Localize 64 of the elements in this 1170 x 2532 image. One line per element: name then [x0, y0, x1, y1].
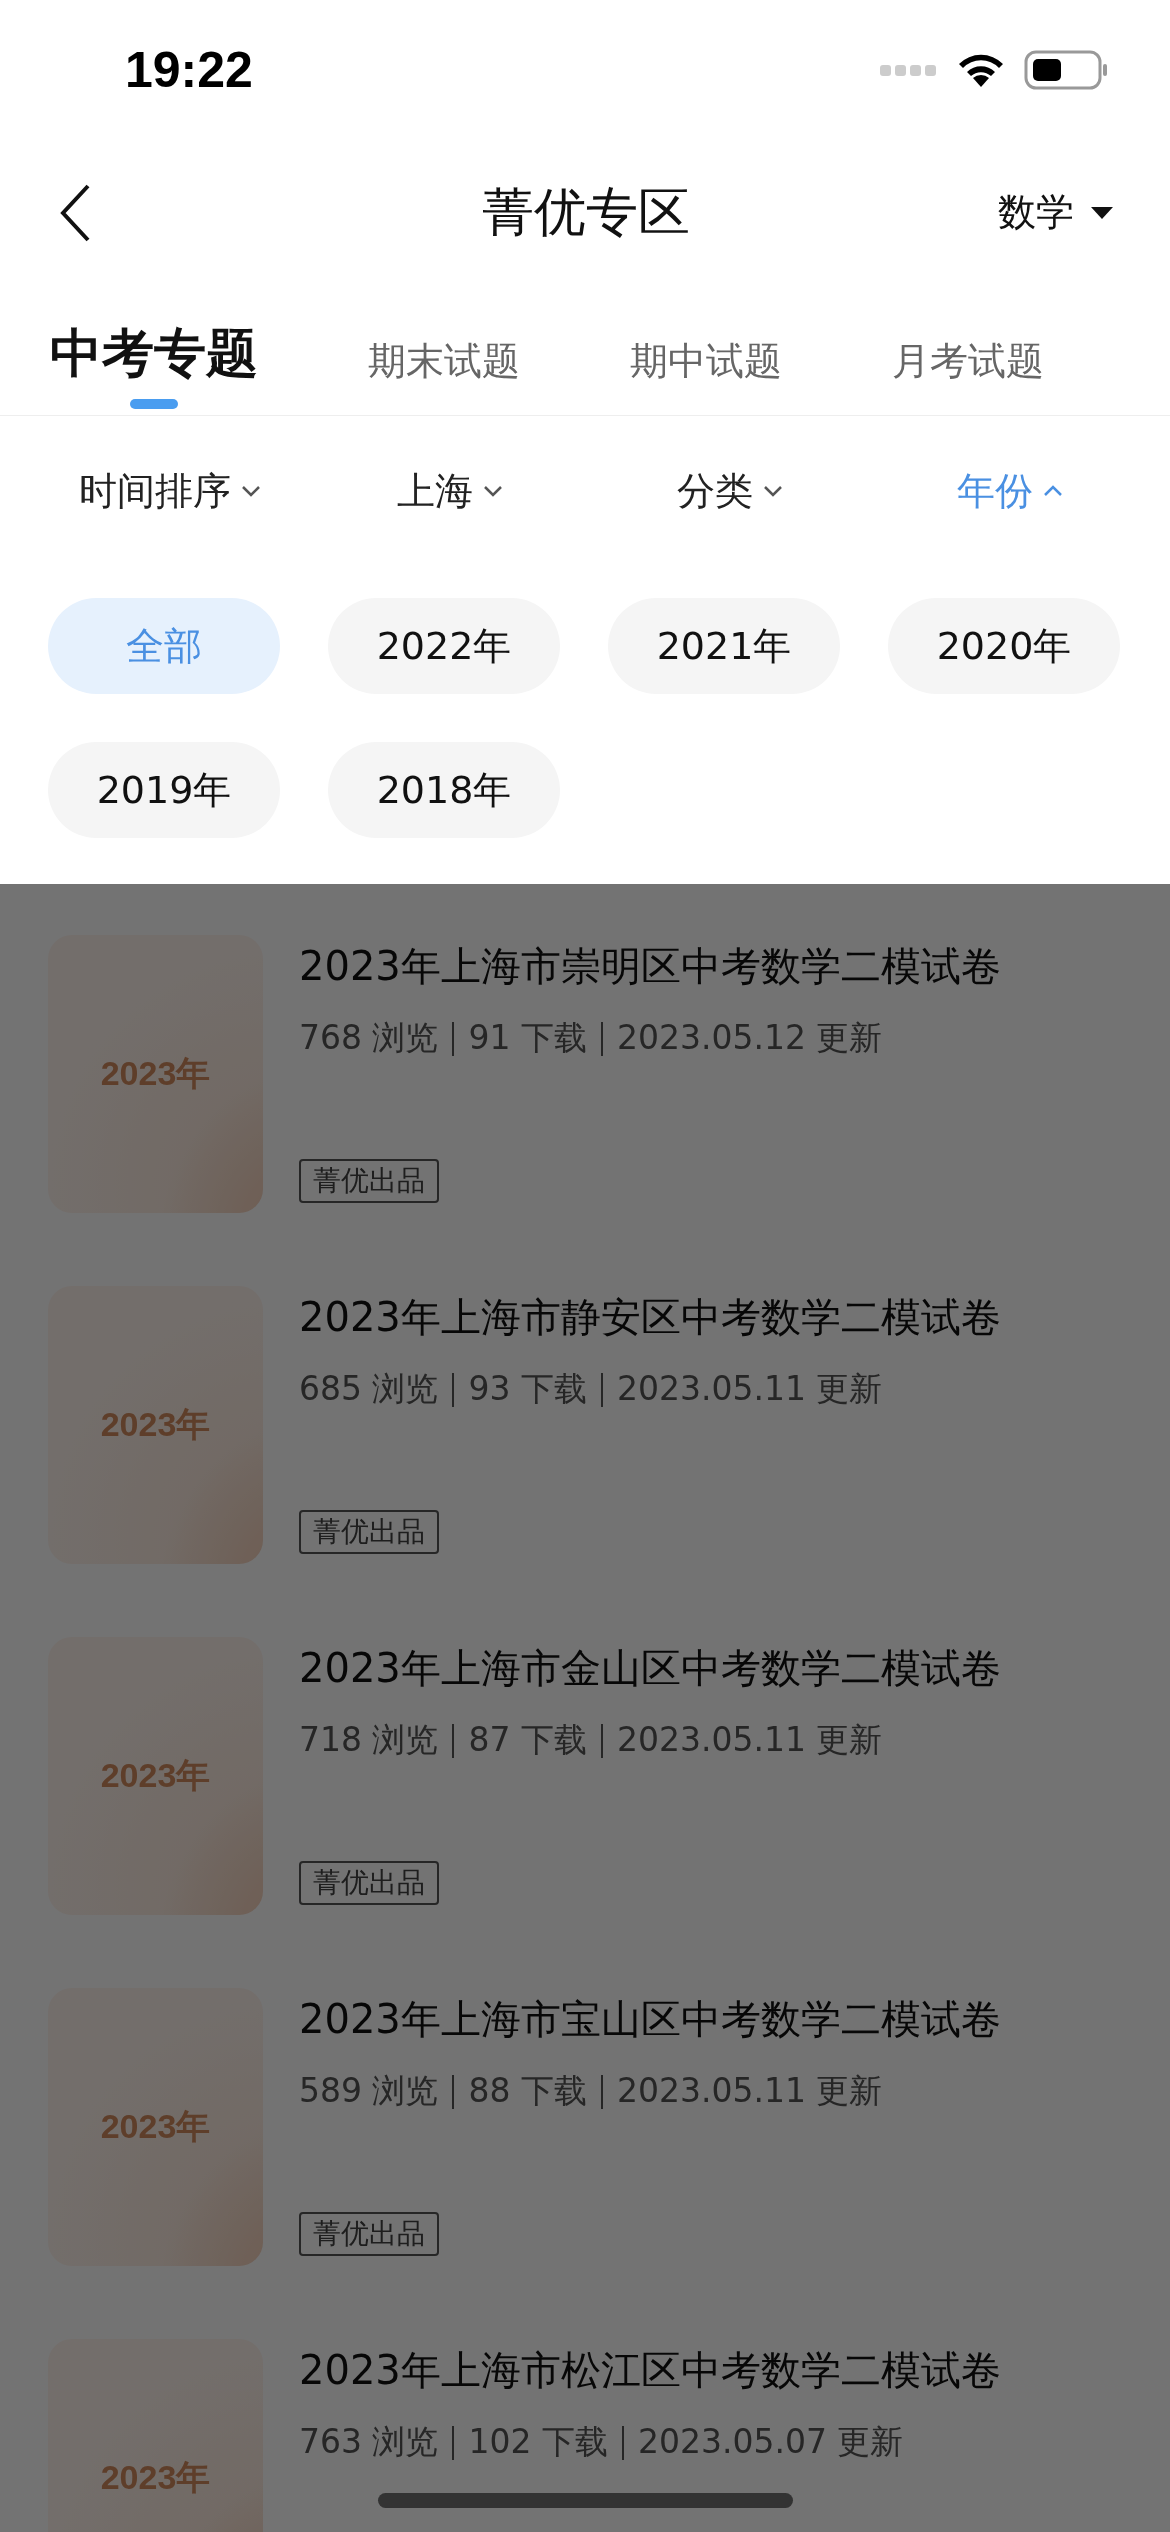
- cover-year: 2023年: [100, 1404, 211, 1445]
- paper-title[interactable]: 2023年上海市松江区中考数学二模试卷: [299, 2343, 1001, 2398]
- update-date: 2023.05.12 更新: [616, 1017, 883, 1059]
- divider: [600, 1372, 603, 1407]
- view-count: 768 浏览: [299, 1017, 439, 1059]
- filter-dropdown[interactable]: 时间排序: [30, 465, 310, 517]
- view-count: 718 浏览: [299, 1719, 439, 1761]
- paper-title[interactable]: 2023年上海市金山区中考数学二模试卷: [299, 1641, 1001, 1696]
- view-count: 589 浏览: [299, 2070, 439, 2112]
- update-date: 2023.05.07 更新: [637, 2421, 904, 2463]
- update-date: 2023.05.11 更新: [616, 1719, 883, 1761]
- filter-dropdown[interactable]: 上海: [310, 465, 590, 517]
- download-count: 87 下载: [468, 1719, 587, 1761]
- dim-overlay[interactable]: [0, 884, 1170, 2532]
- year-chip[interactable]: 2022年: [328, 598, 560, 694]
- source-tag: 菁优出品: [299, 1861, 439, 1905]
- tab[interactable]: 月考试题: [892, 336, 1044, 415]
- cover-year: 2023年: [100, 1755, 211, 1796]
- back-icon[interactable]: [58, 182, 92, 243]
- source-tag: 菁优出品: [299, 1510, 439, 1554]
- caret-icon: [1090, 205, 1114, 220]
- cover-year: 2023年: [100, 2106, 211, 2147]
- tab[interactable]: 期末试题: [368, 336, 520, 415]
- tab-indicator: [130, 399, 178, 409]
- divider: [452, 2425, 455, 2460]
- cover-year: 2023年: [100, 2457, 211, 2498]
- tab[interactable]: 中考专题: [50, 319, 258, 415]
- source-tag: 菁优出品: [299, 2212, 439, 2256]
- download-count: 91 下载: [468, 1017, 587, 1059]
- view-count: 685 浏览: [299, 1368, 439, 1410]
- battery-icon: [1024, 50, 1108, 90]
- chevron-down-icon: [241, 485, 261, 497]
- year-chip[interactable]: 2019年: [48, 742, 280, 838]
- filter-dropdown[interactable]: 分类: [590, 465, 870, 517]
- divider: [452, 1372, 455, 1407]
- subject-dropdown[interactable]: 数学: [998, 187, 1114, 238]
- divider: [600, 1021, 603, 1056]
- divider: [621, 2425, 624, 2460]
- download-count: 93 下载: [468, 1368, 587, 1410]
- cover-year: 2023年: [100, 1053, 211, 1094]
- update-date: 2023.05.11 更新: [616, 1368, 883, 1410]
- paper-title[interactable]: 2023年上海市宝山区中考数学二模试卷: [299, 1992, 1001, 2047]
- year-chip[interactable]: 2018年: [328, 742, 560, 838]
- page-title: 菁优专区: [482, 180, 690, 244]
- paper-title[interactable]: 2023年上海市崇明区中考数学二模试卷: [299, 939, 1001, 994]
- chevron-up-icon: [1043, 485, 1063, 497]
- download-count: 88 下载: [468, 2070, 587, 2112]
- view-count: 763 浏览: [299, 2421, 439, 2463]
- signal-icon: [880, 63, 938, 77]
- paper-title[interactable]: 2023年上海市静安区中考数学二模试卷: [299, 1290, 1001, 1345]
- divider: [452, 1723, 455, 1758]
- source-tag: 菁优出品: [299, 1159, 439, 1203]
- download-count: 102 下载: [468, 2421, 608, 2463]
- divider: [600, 1723, 603, 1758]
- divider: [600, 2074, 603, 2109]
- year-chip[interactable]: 2020年: [888, 598, 1120, 694]
- clock-time: 19:22: [125, 41, 253, 99]
- divider: [452, 1021, 455, 1056]
- chevron-down-icon: [763, 485, 783, 497]
- chevron-down-icon: [483, 485, 503, 497]
- update-date: 2023.05.11 更新: [616, 2070, 883, 2112]
- divider: [452, 2074, 455, 2109]
- tab[interactable]: 期中试题: [630, 336, 782, 415]
- year-chip[interactable]: 2021年: [608, 598, 840, 694]
